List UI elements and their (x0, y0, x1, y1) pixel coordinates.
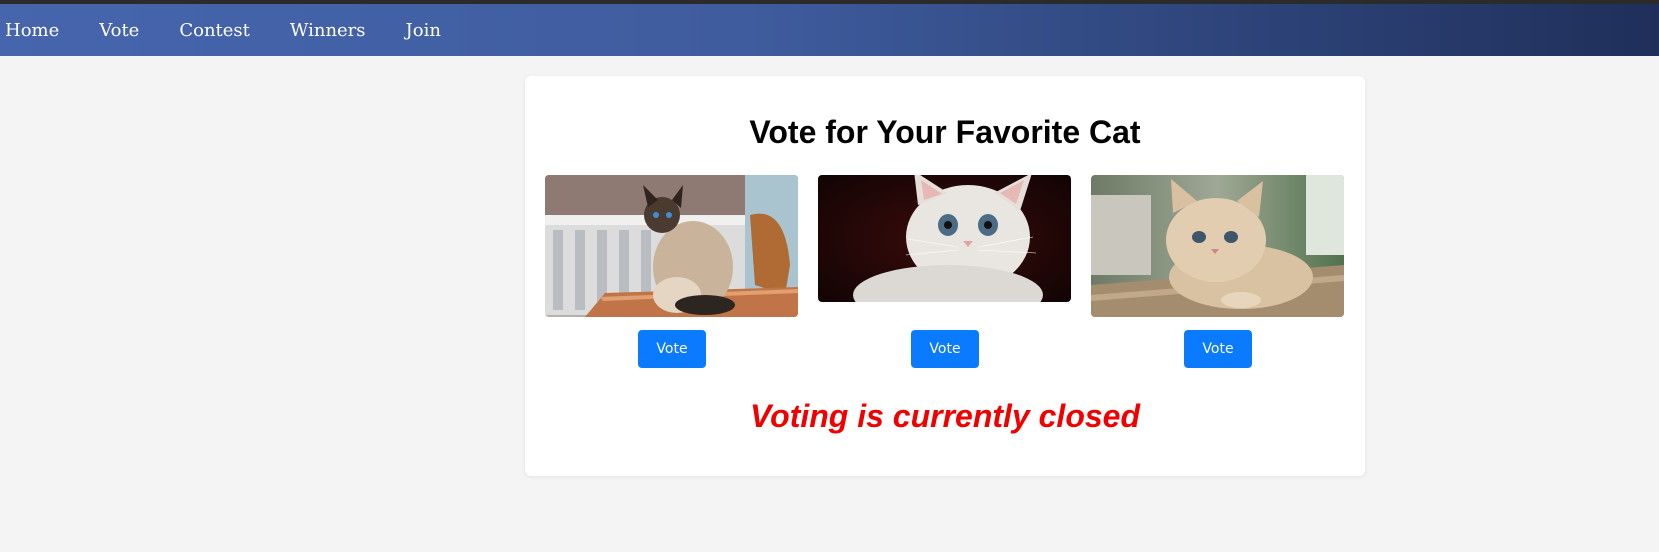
nav-vote-link[interactable]: Vote (99, 20, 139, 41)
voting-status-message: Voting is currently closed (749, 398, 1140, 434)
vote-button-2[interactable]: Vote (911, 330, 979, 368)
top-navbar: Home Vote Contest Winners Join (0, 4, 1659, 56)
nav-join-link[interactable]: Join (406, 20, 441, 41)
nav-contest-link[interactable]: Contest (179, 20, 250, 41)
cat-photo-white-kitten (818, 175, 1071, 302)
vote-button-1[interactable]: Vote (638, 330, 706, 368)
cat-entry-2: Vote (818, 175, 1071, 368)
cat-entry-3: Vote (1091, 175, 1344, 368)
nav-home-link[interactable]: Home (5, 20, 59, 41)
vote-button-3[interactable]: Vote (1184, 330, 1252, 368)
cat-photo-fluffy-kitten (1091, 175, 1344, 317)
cat-photo-siamese (545, 175, 798, 317)
nav-winners-link[interactable]: Winners (290, 20, 366, 41)
page-title: Vote for Your Favorite Cat (749, 114, 1141, 150)
vote-card: Vote for Your Favorite Cat Vote Vote Vot… (525, 76, 1365, 476)
cat-entry-1: Vote (545, 175, 798, 368)
